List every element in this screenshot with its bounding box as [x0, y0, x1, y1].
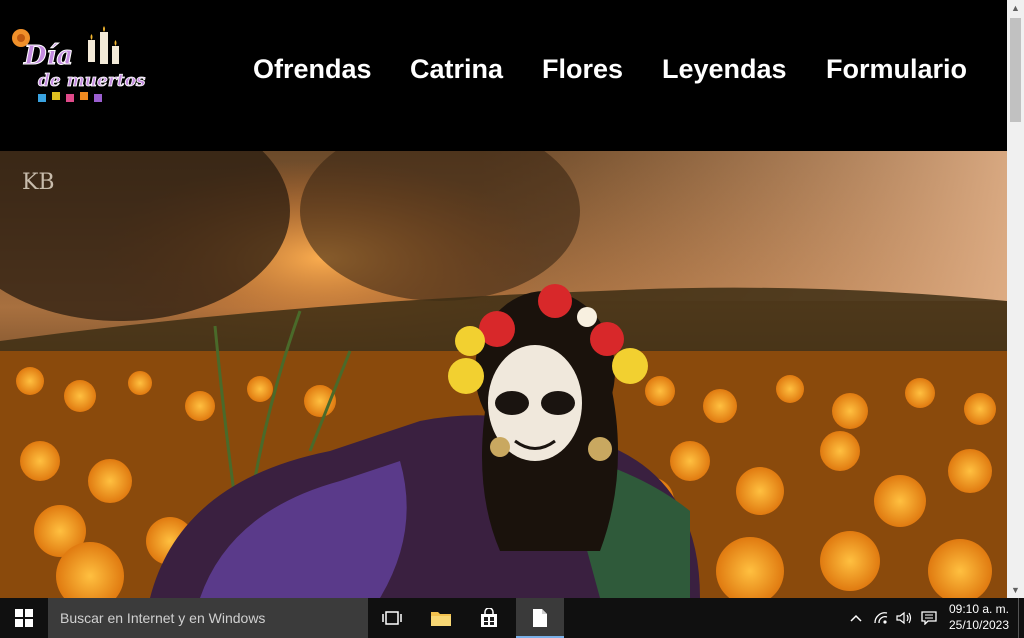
wifi-icon [874, 612, 888, 624]
nav-link-ofrendas[interactable]: Ofrendas [253, 54, 372, 85]
site-header: Día de muertos Ofrendas Catrina Flores L… [0, 0, 1007, 151]
show-hidden-icons-button[interactable] [846, 598, 866, 638]
action-center-icon [921, 611, 937, 625]
scroll-thumb[interactable] [1010, 18, 1021, 122]
scroll-down-arrow-icon[interactable]: ▼ [1007, 582, 1024, 598]
task-view-icon [382, 611, 402, 625]
clock-date: 25/10/2023 [948, 618, 1010, 632]
task-view-button[interactable] [372, 598, 412, 638]
document-app-button[interactable] [516, 598, 564, 638]
nav-link-leyendas[interactable]: Leyendas [662, 54, 787, 85]
vertical-scrollbar[interactable]: ▲ ▼ [1007, 0, 1024, 598]
nav-link-flores[interactable]: Flores [542, 54, 623, 85]
hero-image: KB [0, 151, 1007, 598]
file-explorer-button[interactable] [418, 598, 464, 638]
volume-button[interactable] [893, 598, 915, 638]
show-desktop-divider [1018, 598, 1019, 638]
nav-link-formulario[interactable]: Formulario [826, 54, 967, 85]
clock-time: 09:10 a. m. [948, 602, 1010, 616]
nav-link-catrina[interactable]: Catrina [410, 54, 503, 85]
watermark-kb: KB [22, 170, 55, 195]
windows-logo-icon [15, 609, 33, 627]
system-clock[interactable]: 09:10 a. m. 25/10/2023 [944, 601, 1014, 633]
scroll-up-arrow-icon[interactable]: ▲ [1007, 0, 1024, 16]
main-nav: Ofrendas Catrina Flores Leyendas Formula… [0, 54, 1007, 90]
web-page: Día de muertos Ofrendas Catrina Flores L… [0, 0, 1007, 598]
taskbar-search-box[interactable]: Buscar en Internet y en Windows [48, 598, 368, 638]
store-button[interactable] [466, 598, 512, 638]
notifications-button[interactable] [917, 598, 941, 638]
document-icon [533, 609, 547, 627]
taskbar: Buscar en Internet y en Windows 09:10 a.… [0, 598, 1024, 638]
folder-icon [431, 612, 451, 626]
speaker-icon [896, 611, 912, 625]
chevron-up-icon [850, 614, 862, 622]
store-bag-icon [481, 608, 497, 627]
start-button[interactable] [0, 598, 48, 638]
network-button[interactable] [870, 598, 892, 638]
